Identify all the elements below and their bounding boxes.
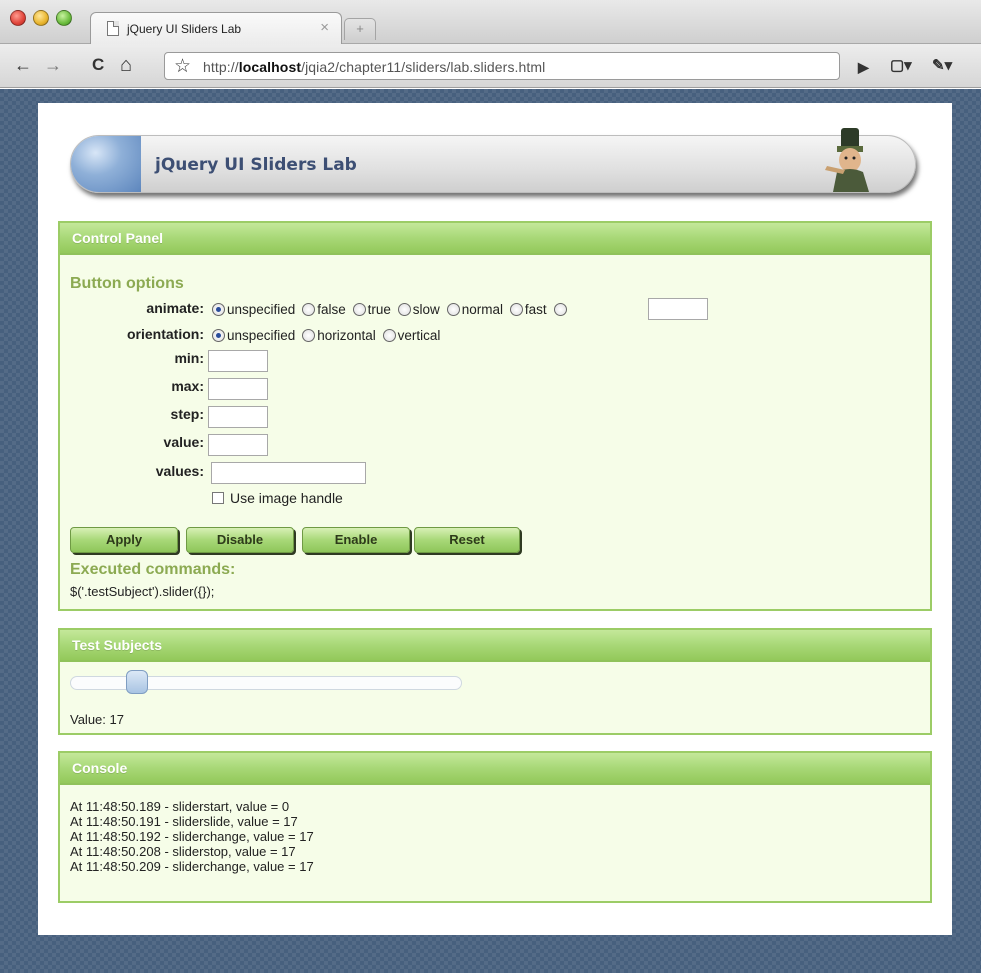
console-log: At 11:48:50.189 - sliderstart, value = 0… <box>70 799 314 874</box>
mascot-image <box>825 128 869 192</box>
animate-options: unspecified false true slow normal fast <box>209 301 569 317</box>
enable-button[interactable]: Enable <box>302 527 410 553</box>
orientation-options: unspecified horizontal vertical <box>209 327 440 343</box>
step-label: step: <box>170 406 204 422</box>
animate-option-label: true <box>367 302 391 317</box>
console-panel: Console At 11:48:50.189 - sliderstart, v… <box>58 751 932 903</box>
banner-title: jQuery UI Sliders Lab <box>155 155 357 175</box>
min-label: min: <box>174 350 204 366</box>
lab-banner: jQuery UI Sliders Lab <box>70 128 916 193</box>
button-options-title: Button options <box>70 275 184 292</box>
page-icon <box>107 21 119 36</box>
page-content: jQuery UI Sliders Lab Control Panel Butt… <box>38 103 952 935</box>
image-handle-option: Use image handle <box>212 490 343 506</box>
animate-label: animate: <box>146 300 204 316</box>
orientation-option-label: unspecified <box>227 328 296 343</box>
console-header: Console <box>60 753 930 785</box>
console-line: At 11:48:50.189 - sliderstart, value = 0 <box>70 799 290 814</box>
play-icon[interactable]: ▶ <box>858 56 869 78</box>
forward-button[interactable]: → <box>44 54 62 76</box>
animate-option-label: slow <box>412 302 440 317</box>
window-titlebar: jQuery UI Sliders Lab × + <box>0 0 981 44</box>
orientation-option-label: horizontal <box>317 328 376 343</box>
values-input[interactable] <box>211 462 366 484</box>
value-input[interactable] <box>208 434 268 456</box>
max-input[interactable] <box>208 378 268 400</box>
slider-handle[interactable] <box>125 670 148 694</box>
test-subjects-header: Test Subjects <box>60 630 930 662</box>
browser-tab[interactable]: jQuery UI Sliders Lab × <box>90 12 342 44</box>
max-label: max: <box>171 378 204 394</box>
minimize-window-button[interactable] <box>33 10 49 26</box>
console-line: At 11:48:50.192 - sliderchange, value = … <box>70 829 314 844</box>
animate-true-radio[interactable] <box>352 303 366 316</box>
page-menu-button[interactable]: ▢▾ <box>890 55 912 77</box>
console-line: At 11:48:50.209 - sliderchange, value = … <box>70 859 314 874</box>
executed-command-text: $('.testSubject').slider({}); <box>70 584 215 599</box>
back-button[interactable]: ← <box>14 54 32 76</box>
orientation-vertical-radio[interactable] <box>382 329 396 342</box>
animate-custom-radio[interactable] <box>553 303 567 316</box>
animate-fast-radio[interactable] <box>509 303 523 316</box>
zoom-window-button[interactable] <box>56 10 72 26</box>
banner-orb <box>71 136 141 192</box>
tab-title: jQuery UI Sliders Lab <box>127 22 242 36</box>
address-bar[interactable]: ☆ http://localhost/jqia2/chapter11/slide… <box>164 52 840 80</box>
button-bar: Apply Disable Enable Reset <box>70 527 570 557</box>
wrench-menu-button[interactable]: ✎▾ <box>932 55 952 77</box>
tab-close-icon[interactable]: × <box>320 19 329 36</box>
slider-value-text: Value: 17 <box>70 712 124 727</box>
control-panel: Control Panel Button options animate: un… <box>58 221 932 611</box>
page-viewport: jQuery UI Sliders Lab Control Panel Butt… <box>0 89 981 973</box>
reload-button[interactable]: C <box>92 54 104 76</box>
animate-option-label: unspecified <box>227 302 296 317</box>
apply-button[interactable]: Apply <box>70 527 178 553</box>
orientation-label: orientation: <box>127 326 204 342</box>
disable-button[interactable]: Disable <box>186 527 294 553</box>
min-input[interactable] <box>208 350 268 372</box>
orientation-option-label: vertical <box>397 328 441 343</box>
values-label: values: <box>155 463 204 479</box>
new-tab-button[interactable]: + <box>344 18 376 40</box>
executed-commands-title: Executed commands: <box>70 561 236 578</box>
home-button[interactable]: ⌂ <box>120 54 132 76</box>
animate-custom-input[interactable] <box>648 298 708 320</box>
bookmark-star-icon[interactable]: ☆ <box>174 55 191 78</box>
animate-false-radio[interactable] <box>302 303 316 316</box>
animate-slow-radio[interactable] <box>397 303 411 316</box>
browser-toolbar: ← → C ⌂ ☆ http://localhost/jqia2/chapter… <box>0 44 981 88</box>
console-line: At 11:48:50.208 - sliderstop, value = 17 <box>70 844 296 859</box>
image-handle-checkbox[interactable] <box>212 492 224 504</box>
close-window-button[interactable] <box>10 10 26 26</box>
orientation-unspecified-radio[interactable] <box>212 329 225 342</box>
animate-unspecified-radio[interactable] <box>212 303 225 316</box>
control-panel-header: Control Panel <box>60 223 930 255</box>
animate-normal-radio[interactable] <box>446 303 460 316</box>
step-input[interactable] <box>208 406 268 428</box>
reset-button[interactable]: Reset <box>414 527 520 553</box>
orientation-horizontal-radio[interactable] <box>302 329 316 342</box>
animate-option-label: fast <box>524 302 547 317</box>
animate-option-label: false <box>317 302 346 317</box>
test-subjects-panel: Test Subjects Value: 17 <box>58 628 932 735</box>
animate-option-label: normal <box>461 302 503 317</box>
value-label: value: <box>163 434 204 450</box>
url-text[interactable]: http://localhost/jqia2/chapter11/sliders… <box>203 59 545 75</box>
image-handle-label: Use image handle <box>230 490 343 506</box>
console-line: At 11:48:50.191 - sliderslide, value = 1… <box>70 814 298 829</box>
